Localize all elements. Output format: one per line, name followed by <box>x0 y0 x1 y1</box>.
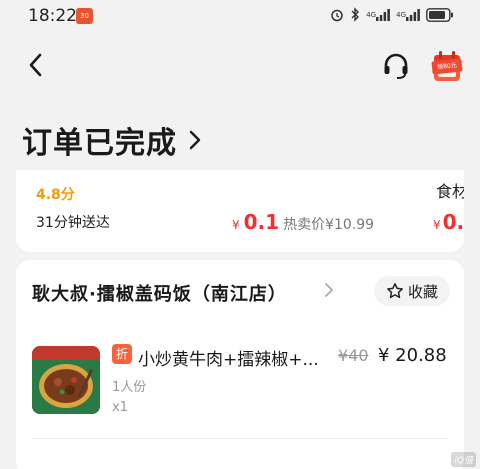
order-card: 耿大叔·擂椒盖码饭（南江店） 收藏 折 小炒黄牛肉+擂辣椒+... ¥40 ¥ … <box>16 260 464 469</box>
item-original-price: ¥40 <box>338 346 369 365</box>
discount-tag: 折 <box>112 344 132 364</box>
cell-signal-1-icon: 4G <box>366 8 391 21</box>
promo-calendar-button[interactable]: 领80元 <box>428 48 466 86</box>
item-name[interactable]: 小炒黄牛肉+擂辣椒+... <box>138 345 338 370</box>
item-quantity: x1 <box>112 400 128 415</box>
shop-name[interactable]: 耿大叔·擂椒盖码饭（南江店） <box>32 280 287 306</box>
deal-price: 0.1 <box>243 210 280 234</box>
chevron-left-icon <box>29 53 42 77</box>
yen-symbol: ¥ <box>232 218 240 232</box>
order-status-title[interactable]: 订单已完成 <box>22 118 201 162</box>
alarm-icon <box>330 8 344 22</box>
status-bar: 18:22 30 4G 4G <box>0 0 480 34</box>
delivery-time: 31分钟送达 <box>36 215 110 231</box>
item-spec: 1人份 <box>112 380 147 395</box>
shop-rating: 4.8分 <box>36 187 75 203</box>
customer-service-button[interactable] <box>378 48 414 84</box>
chevron-right-icon <box>189 130 201 150</box>
item-price: ¥ 20.88 <box>378 345 447 366</box>
recommendation-item-2-name[interactable]: 食材 <box>436 178 464 202</box>
status-icons: 4G 4G <box>330 7 454 22</box>
chevron-right-icon[interactable] <box>324 282 334 302</box>
divider <box>32 438 448 439</box>
recommendation-card: 4.8分 31分钟送达 ¥ 0.1 热卖价¥10.99 食材 ¥ 0.1 <box>16 170 464 252</box>
yen-symbol: ¥ <box>433 218 441 232</box>
status-time: 18:22 <box>28 6 77 26</box>
bluetooth-icon <box>350 7 360 22</box>
dish-image <box>32 346 100 414</box>
item-thumbnail[interactable] <box>32 346 100 414</box>
scrolled-content-edge <box>36 170 436 178</box>
star-icon <box>387 283 403 299</box>
back-button[interactable] <box>22 50 48 80</box>
watermark: iQ值 <box>451 452 476 467</box>
battery-icon <box>426 7 454 22</box>
deal-price: 0.1 <box>442 210 464 234</box>
hot-sale-price: 热卖价¥10.99 <box>283 217 375 233</box>
page-title: 订单已完成 <box>22 126 177 161</box>
headset-icon <box>384 53 408 79</box>
recommendation-item-price[interactable]: ¥ 0.1 热卖价¥10.99 <box>232 210 374 234</box>
recommendation-item-2-price[interactable]: ¥ 0.1 <box>433 210 464 234</box>
nav-bar: 领80元 <box>0 34 480 100</box>
app-notification-badge: 30 <box>76 8 93 24</box>
cell-signal-2-icon: 4G <box>396 8 420 21</box>
favorite-button[interactable]: 收藏 <box>374 276 450 306</box>
favorite-label: 收藏 <box>407 282 438 301</box>
